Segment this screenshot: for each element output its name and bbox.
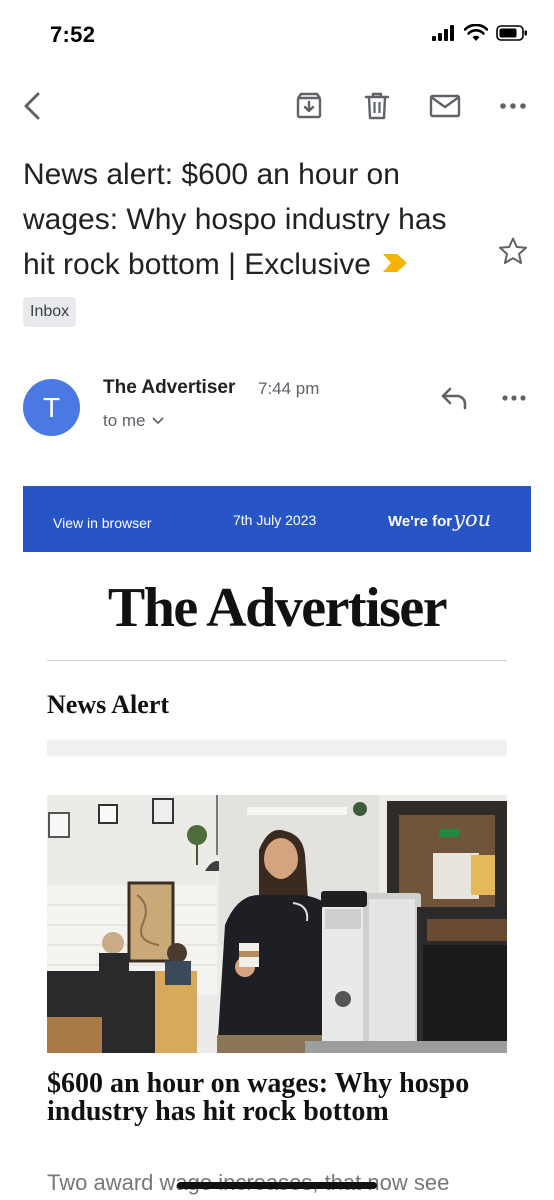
sender-avatar[interactable]: T	[23, 379, 80, 436]
newsletter-date: 7th July 2023	[233, 512, 317, 528]
section-title: News Alert	[47, 690, 170, 719]
article-headline[interactable]: $600 an hour on wages: Why hospo industr…	[47, 1070, 517, 1126]
more-options-button[interactable]	[493, 86, 533, 126]
newsletter-banner: View in browser 7th July 2023 We're fory…	[23, 486, 531, 552]
masthead-logo[interactable]: The Advertiser	[0, 576, 554, 640]
more-horizontal-icon	[500, 103, 526, 109]
home-indicator[interactable]	[177, 1182, 377, 1189]
masthead-divider	[47, 660, 507, 661]
delete-button[interactable]	[357, 86, 397, 126]
status-bar: 7:52	[0, 0, 554, 70]
importance-marker-icon	[382, 254, 407, 273]
email-toolbar	[0, 80, 554, 136]
mark-unread-button[interactable]	[425, 86, 465, 126]
more-horizontal-icon	[502, 395, 526, 401]
archive-button[interactable]	[289, 86, 329, 126]
tagline: We're foryou	[388, 507, 491, 531]
reply-icon	[441, 387, 467, 410]
tagline-prefix: We're for	[388, 513, 453, 530]
mail-icon	[429, 94, 461, 118]
archive-icon	[296, 92, 322, 119]
trash-icon	[364, 92, 390, 120]
reply-button[interactable]	[434, 380, 474, 416]
email-subject: News alert: $600 an hour on wages: Why h…	[23, 152, 483, 287]
message-more-button[interactable]	[494, 380, 534, 416]
wifi-icon	[464, 24, 488, 41]
battery-icon	[496, 25, 527, 41]
back-arrow-icon	[24, 92, 40, 120]
signal-icon	[432, 25, 454, 41]
star-button[interactable]	[498, 236, 530, 268]
article-photo[interactable]	[47, 795, 507, 1053]
sender-name[interactable]: The Advertiser	[103, 377, 235, 399]
tagline-script: you	[453, 507, 492, 531]
back-button[interactable]	[12, 86, 52, 126]
recipient-details-toggle[interactable]: to me	[103, 411, 164, 431]
chevron-down-icon	[152, 417, 163, 424]
section-separator	[47, 740, 507, 756]
inbox-label-chip[interactable]: Inbox	[23, 297, 77, 327]
status-icons	[432, 24, 528, 42]
recipient-text: to me	[103, 411, 146, 430]
view-in-browser-link[interactable]: View in browser	[53, 515, 152, 531]
sent-time: 7:44 pm	[258, 379, 320, 398]
star-icon	[499, 237, 527, 264]
status-time: 7:52	[50, 22, 96, 47]
